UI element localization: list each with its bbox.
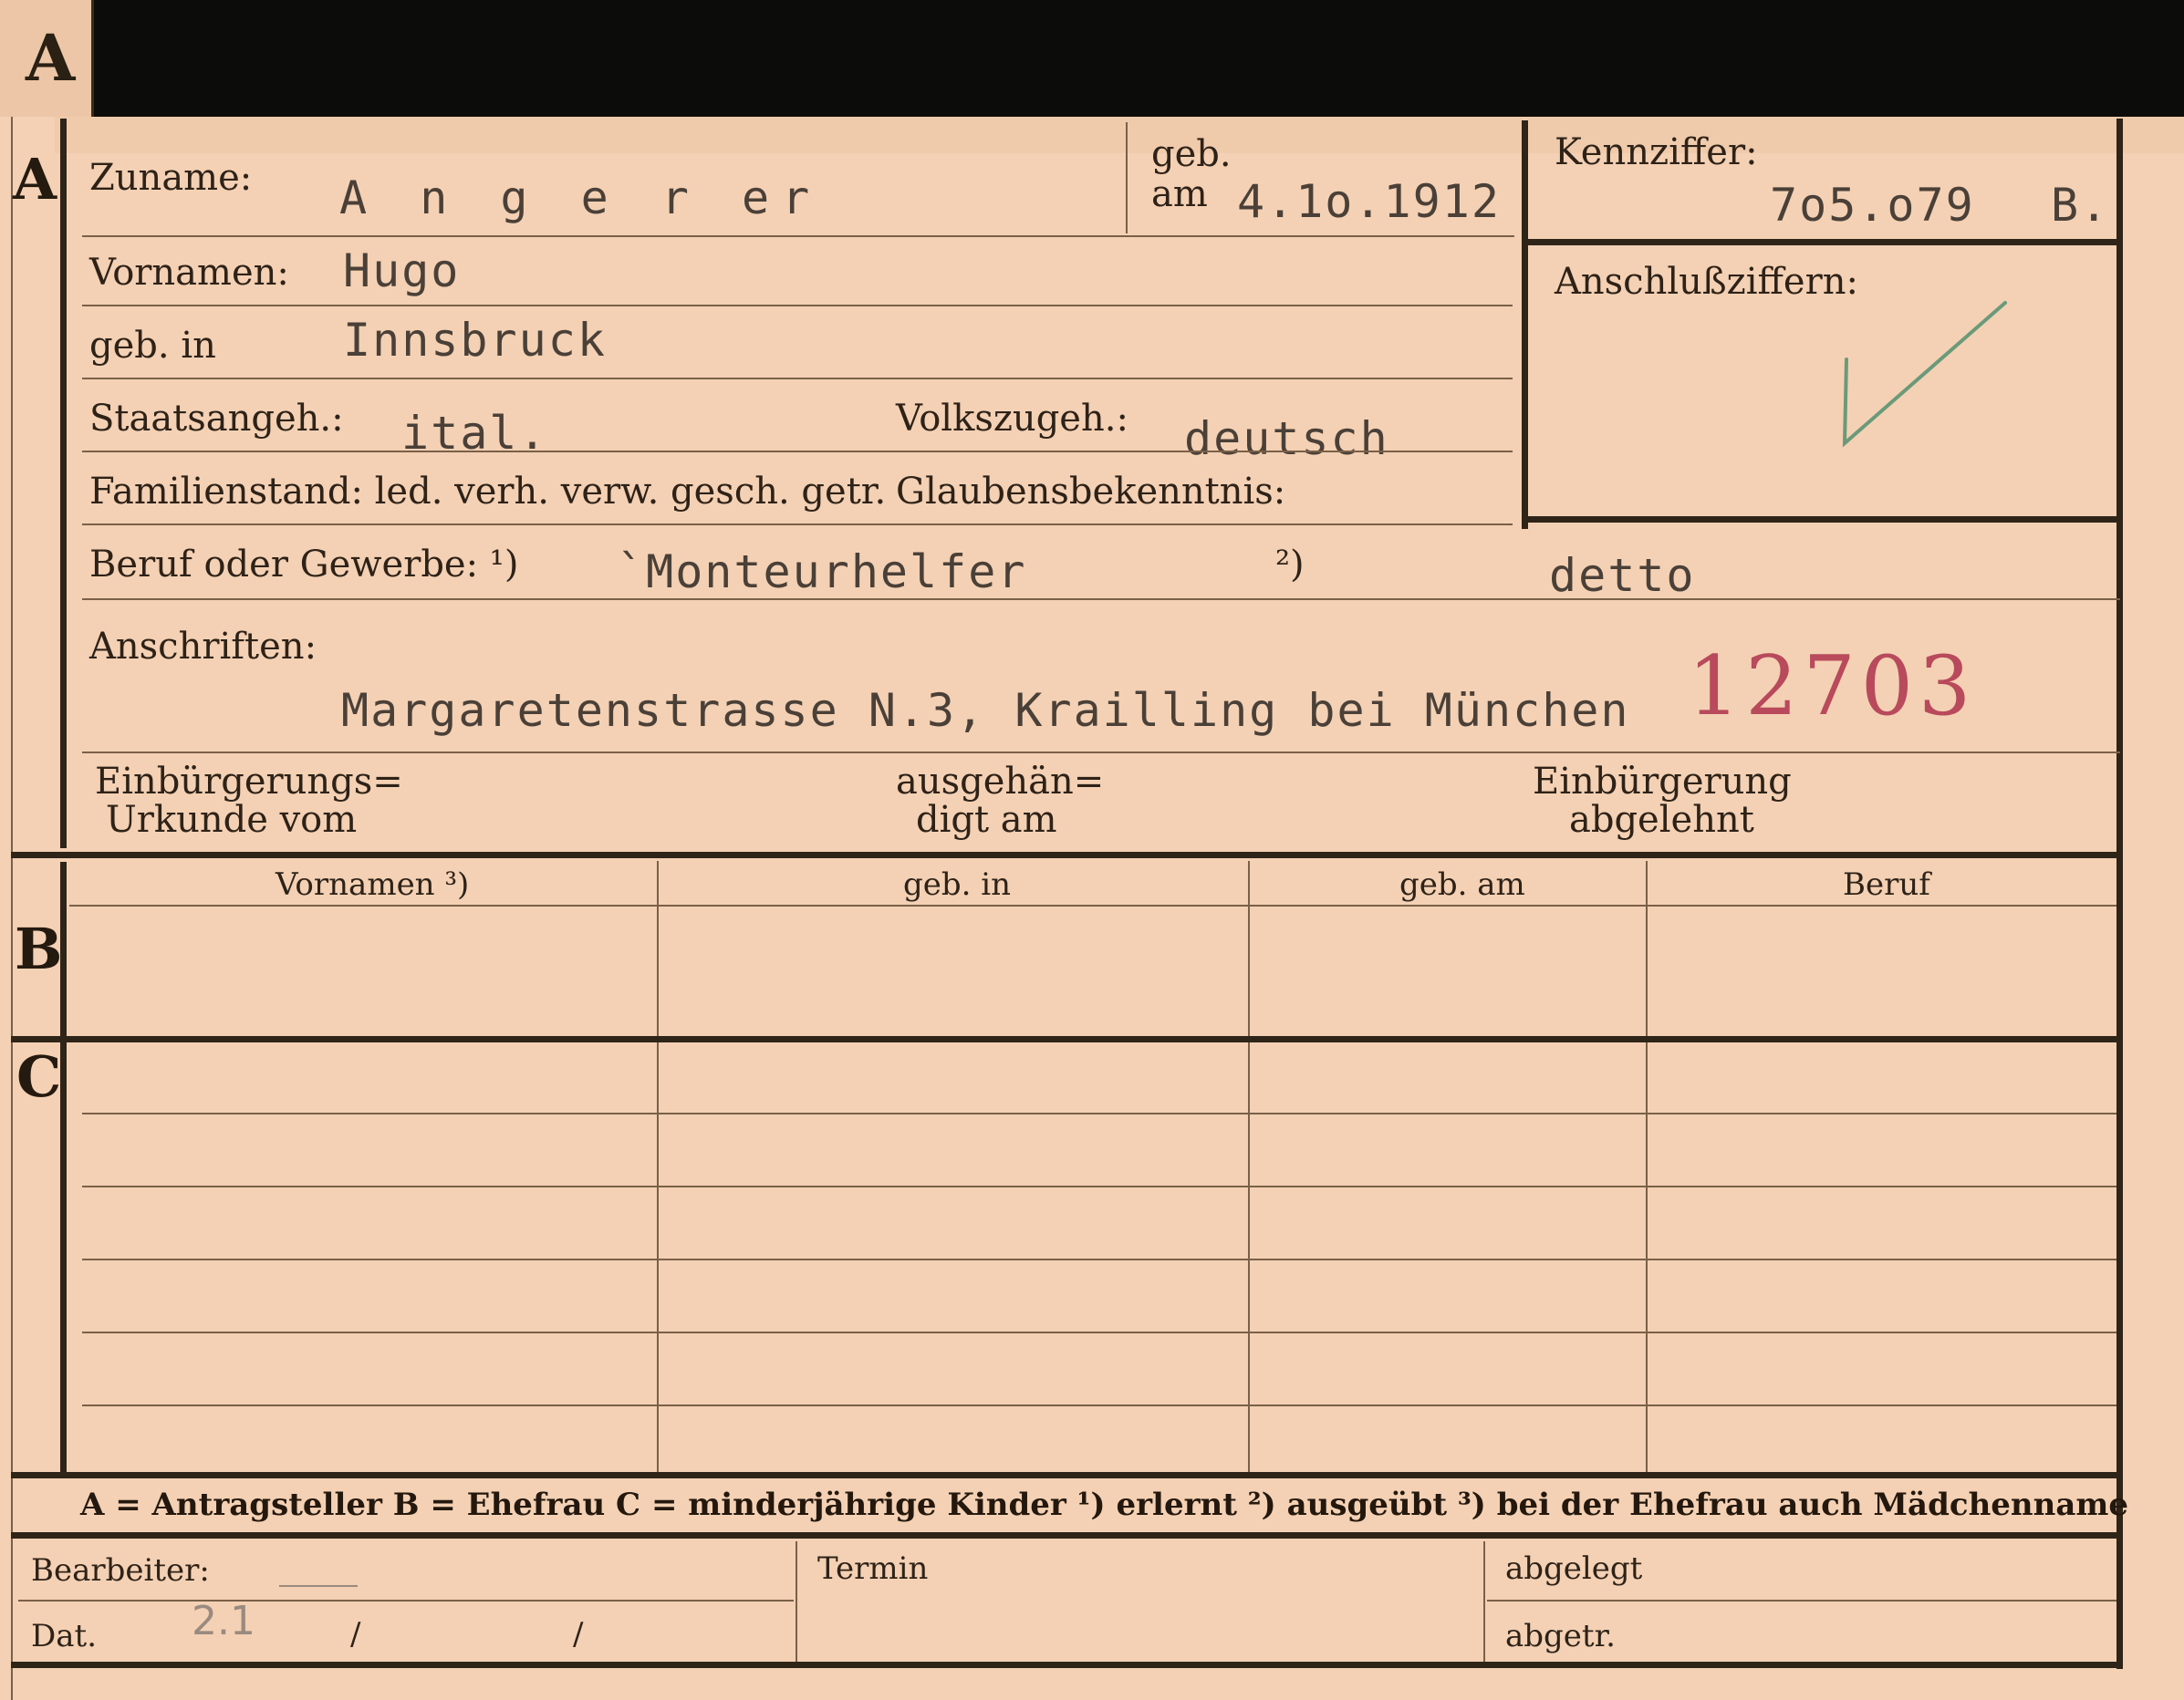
section-b-marker: B xyxy=(15,916,63,982)
line-geb-in xyxy=(82,378,1513,379)
label-anschlussziffern: Anschlußziffern: xyxy=(1555,261,1858,303)
value-geb-am: 4.1o.1912 xyxy=(1237,175,1501,228)
value-vornamen: Hugo xyxy=(343,244,461,297)
label-familienstand: Familienstand: led. verh. verw. gesch. g… xyxy=(89,471,887,513)
label-abgelehnt-1: Einbürgerung xyxy=(1533,761,1792,803)
label-staatsangeh: Staatsangeh.: xyxy=(89,398,344,440)
line-anschriften xyxy=(82,752,2120,753)
legend-text: A = Antragsteller B = Ehefrau C = minder… xyxy=(80,1487,2128,1523)
value-kennziffer-suffix: B. xyxy=(2051,179,2110,232)
label-beruf: Beruf oder Gewerbe: ¹) xyxy=(89,544,519,586)
section-c-marker: C xyxy=(16,1043,62,1110)
frame-edge xyxy=(11,117,13,1700)
line-legend-top xyxy=(11,1472,2120,1478)
header-geb-in: geb. in xyxy=(903,866,1012,903)
label-volkszugeh: Volkszugeh.: xyxy=(896,398,1128,440)
table-row-line-4 xyxy=(82,1332,2116,1333)
label-bearbeiter: Bearbeiter: xyxy=(31,1552,210,1589)
line-section-c-top xyxy=(11,1036,2120,1042)
index-tab: A xyxy=(0,0,94,117)
date-slash-2: / xyxy=(573,1616,584,1653)
value-kennziffer: 7o5.o79 xyxy=(1770,179,1975,232)
label-abgelehnt-2: abgelehnt xyxy=(1569,799,1754,841)
line-abgelegt xyxy=(1487,1600,2116,1602)
col-divider-1 xyxy=(657,861,659,1472)
date-slash-1: / xyxy=(350,1616,361,1653)
line-vornamen xyxy=(82,305,1513,306)
table-row-line-3 xyxy=(82,1259,2116,1260)
header-geb-am: geb. am xyxy=(1399,866,1525,903)
value-geb-in: Innsbruck xyxy=(343,314,607,367)
label-termin: Termin xyxy=(817,1550,929,1587)
label-einbuergerung-1: Einbürgerungs= xyxy=(95,761,403,803)
header-beruf: Beruf xyxy=(1843,866,1930,903)
table-row-line-5 xyxy=(82,1405,2116,1406)
pencil-stroke xyxy=(279,1585,358,1587)
label-vornamen: Vornamen: xyxy=(89,252,289,294)
label-ausgehaen-2: digt am xyxy=(916,799,1057,841)
value-beruf-1: `Monteurhelfer xyxy=(617,545,1027,598)
value-beruf-2: detto xyxy=(1549,549,1696,602)
line-legend-bottom xyxy=(11,1532,2120,1539)
line-zuname xyxy=(82,235,1514,237)
frame-left-upper xyxy=(60,119,67,848)
footer-divider-1 xyxy=(796,1541,797,1662)
label-geb: geb. xyxy=(1151,133,1232,175)
label-zuname: Zuname: xyxy=(89,157,253,199)
col-divider-2 xyxy=(1248,861,1250,1472)
label-am: am xyxy=(1151,173,1208,215)
label-ausgehaen-1: ausgehän= xyxy=(896,761,1105,803)
divider-geb-am xyxy=(1126,122,1128,233)
registration-card: A A B C Zuname: A n g e r er geb. am 4.1… xyxy=(0,0,2184,1700)
kenn-box-bottom xyxy=(1522,516,2120,523)
label-glaubensbekenntnis: Glaubensbekenntnis: xyxy=(896,471,1286,513)
kenn-box-mid xyxy=(1522,239,2120,245)
label-abgetr: abgetr. xyxy=(1505,1618,1616,1654)
label-anschriften: Anschriften: xyxy=(89,626,317,668)
table-row-line-1 xyxy=(82,1113,2116,1114)
table-row-line-2 xyxy=(82,1186,2116,1187)
value-anschrift: Margaretenstrasse N.3, Krailling bei Mün… xyxy=(341,684,1630,737)
label-geb-in: geb. in xyxy=(89,325,216,367)
frame-right xyxy=(2116,119,2123,1669)
line-familienstand xyxy=(82,523,1513,525)
footer-divider-2 xyxy=(1483,1541,1485,1662)
line-staatsangeh xyxy=(82,451,1513,452)
label-dat: Dat. xyxy=(31,1618,98,1654)
header-vornamen: Vornamen ³) xyxy=(276,866,470,903)
value-volkszugeh: deutsch xyxy=(1184,412,1389,465)
stamp-number: 12703 xyxy=(1688,638,1977,734)
label-abgelegt: abgelegt xyxy=(1505,1550,1643,1587)
tab-letter: A xyxy=(26,20,76,96)
col-divider-3 xyxy=(1646,861,1648,1472)
label-einbuergerung-2: Urkunde vom xyxy=(106,799,358,841)
line-section-b-top xyxy=(11,852,2120,858)
section-a-marker: A xyxy=(13,146,57,212)
kenn-box-left xyxy=(1522,120,1528,529)
card-top-strip xyxy=(55,117,2184,153)
line-bearbeiter xyxy=(18,1600,794,1602)
pencil-date: 2.1 xyxy=(192,1598,255,1644)
label-kennziffer: Kennziffer: xyxy=(1555,131,1758,173)
line-table-header xyxy=(69,905,2116,907)
label-beruf-2: ²) xyxy=(1275,544,1305,586)
line-beruf xyxy=(82,598,2120,600)
value-zuname: A n g e r er xyxy=(339,171,823,224)
line-card-bottom xyxy=(11,1662,2120,1668)
check-mark-icon xyxy=(1842,301,2007,448)
